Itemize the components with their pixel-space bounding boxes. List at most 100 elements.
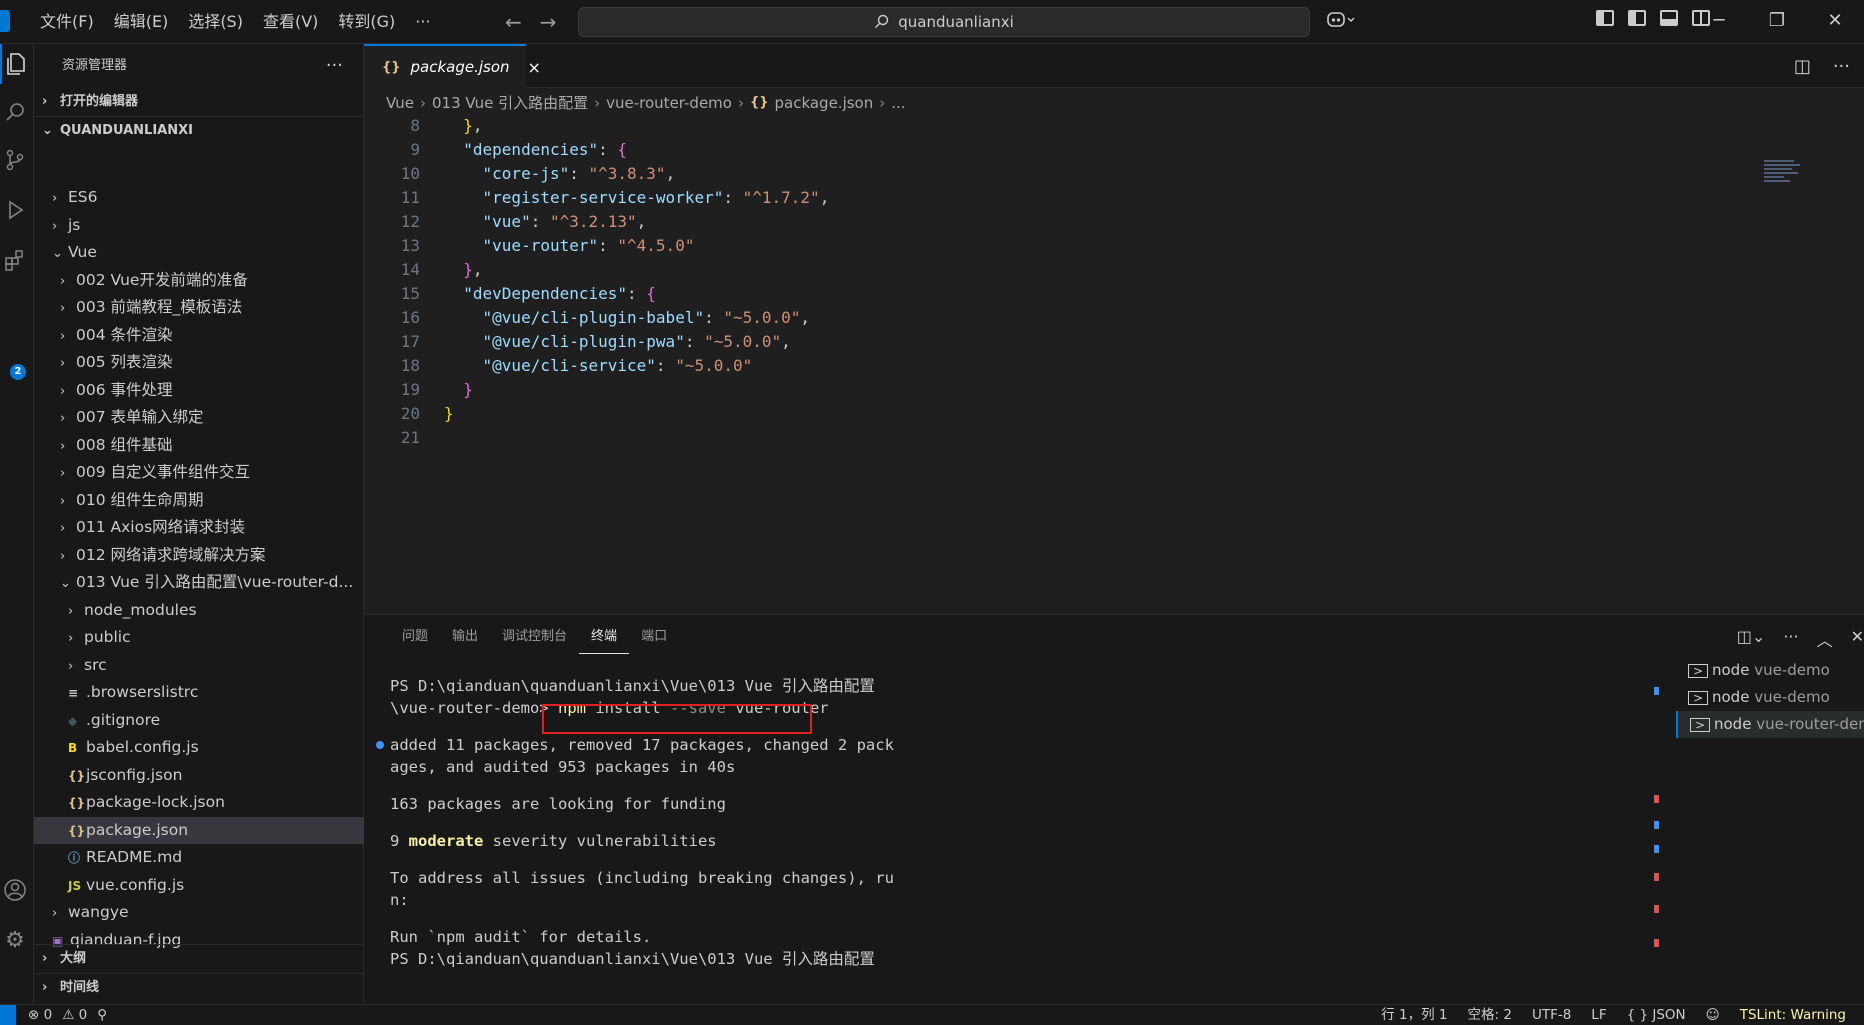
- tree-item[interactable]: › 007 表单输入绑定: [34, 404, 364, 432]
- back-arrow-icon[interactable]: ←: [505, 10, 522, 34]
- toggle-sidebar-icon[interactable]: [1628, 10, 1646, 26]
- terminal-icon: >: [1688, 690, 1708, 705]
- tree-item[interactable]: › 003 前端教程_模板语法: [34, 294, 364, 322]
- tab-problems[interactable]: 问题: [390, 627, 440, 654]
- tree-item[interactable]: {}package-lock.json: [34, 789, 364, 817]
- tree-item[interactable]: ≡ .browserslistrc: [34, 679, 364, 707]
- tree-item[interactable]: › 012 网络请求跨域解决方案: [34, 542, 364, 570]
- run-debug-icon[interactable]: [0, 190, 30, 230]
- tree-item[interactable]: › 004 条件渲染: [34, 322, 364, 350]
- tree-item-label: 005 列表渲染: [76, 353, 173, 371]
- remote-indicator-icon[interactable]: [0, 1005, 16, 1025]
- terminal-tab[interactable]: > node vue-demo: [1676, 657, 1864, 684]
- terminal-output[interactable]: PS D:\qianduan\quanduanlianxi\Vue\013 Vu…: [376, 675, 1470, 970]
- split-terminal-icon[interactable]: ◫⌄: [1737, 627, 1766, 651]
- account-icon[interactable]: [0, 870, 30, 910]
- tree-item-label: public: [84, 628, 131, 646]
- tree-item[interactable]: JS vue.config.js: [34, 872, 364, 900]
- tslint-status[interactable]: TSLint: Warning: [1740, 1005, 1846, 1025]
- cursor-position[interactable]: 行 1，列 1: [1381, 1005, 1447, 1025]
- minimap[interactable]: [1764, 158, 1804, 198]
- forward-arrow-icon[interactable]: →: [540, 10, 557, 34]
- tree-item[interactable]: {}package.json: [34, 816, 364, 844]
- chevron-right-icon: ›: [60, 548, 66, 564]
- tree-item[interactable]: › 009 自定义事件组件交互: [34, 459, 364, 487]
- tree-item-label: vue.config.js: [86, 875, 185, 894]
- close-panel-icon[interactable]: ✕: [1851, 627, 1864, 651]
- settings-gear-icon[interactable]: ⚙: [0, 920, 30, 960]
- panel-more-icon[interactable]: ···: [1783, 627, 1798, 651]
- split-editor-icon[interactable]: ◫: [1794, 56, 1811, 77]
- indentation[interactable]: 空格: 2: [1468, 1005, 1512, 1025]
- editor-more-icon[interactable]: ···: [1833, 56, 1850, 77]
- tab-debug-console[interactable]: 调试控制台: [490, 627, 579, 654]
- tab-package-json[interactable]: {} package.json ×: [364, 44, 541, 88]
- tree-item[interactable]: ⌄ 013 Vue 引入路由配置\vue-router-d...: [34, 569, 364, 597]
- terminal-tab[interactable]: >node vue-router-demo: [1676, 711, 1864, 738]
- chevron-right-icon: ›: [42, 951, 48, 966]
- tree-item[interactable]: › 002 Vue开发前端的准备: [34, 267, 364, 295]
- tab-terminal[interactable]: 终端: [579, 627, 630, 654]
- tree-item[interactable]: › 005 列表渲染: [34, 349, 364, 377]
- source-control-icon[interactable]: [0, 140, 30, 180]
- menu-go[interactable]: 转到(G): [328, 0, 405, 44]
- terminal-line: 9 moderate severity vulnerabilities: [390, 832, 717, 850]
- copilot-icon[interactable]: [1326, 10, 1356, 35]
- tab-ports[interactable]: 端口: [629, 627, 679, 654]
- explorer-icon[interactable]: [0, 44, 30, 84]
- copilot-status-icon[interactable]: ☺: [1706, 1005, 1720, 1025]
- tree-item[interactable]: › 006 事件处理: [34, 377, 364, 405]
- tree-item[interactable]: › 011 Axios网络请求封装: [34, 514, 364, 542]
- tab-output[interactable]: 输出: [440, 627, 490, 654]
- menu-more[interactable]: ···: [405, 0, 440, 44]
- end-of-line[interactable]: LF: [1591, 1005, 1606, 1025]
- tree-item[interactable]: › node_modules: [34, 597, 364, 625]
- language-mode[interactable]: { } JSON: [1627, 1005, 1686, 1025]
- tree-item[interactable]: › 010 组件生命周期: [34, 487, 364, 515]
- tree-item[interactable]: › 008 组件基础: [34, 432, 364, 460]
- menu-file[interactable]: 文件(F): [30, 0, 104, 44]
- maximize-panel-icon[interactable]: ︿: [1817, 627, 1833, 651]
- tree-item[interactable]: ⌄ Vue: [34, 239, 364, 267]
- tree-item[interactable]: ⓘ README.md: [34, 844, 364, 872]
- search-view-icon[interactable]: [0, 92, 30, 132]
- tree-item[interactable]: ◆ .gitignore: [34, 707, 364, 735]
- tree-item[interactable]: › js: [34, 212, 364, 240]
- menu-selection[interactable]: 选择(S): [178, 0, 253, 44]
- warnings-count[interactable]: ⚠ 0: [62, 1005, 87, 1025]
- outline-section[interactable]: › 大纲: [34, 945, 364, 973]
- search-icon: [875, 14, 889, 28]
- toggle-panel-icon[interactable]: [1660, 10, 1678, 26]
- restore-icon[interactable]: ❐: [1748, 0, 1806, 44]
- file-tree: › ES6 › js ⌄ Vue › 002 Vue开发前端的准备 › 003 前端教程_模板语法…: [34, 184, 364, 954]
- toggle-primary-sidebar-icon[interactable]: [1596, 10, 1614, 26]
- encoding[interactable]: UTF-8: [1532, 1005, 1571, 1025]
- code-editor[interactable]: 8 }, 9 "dependencies": {10 "core-js": "^3…: [364, 114, 1864, 450]
- terminal-scrollbar[interactable]: [1654, 675, 1660, 975]
- ports-icon[interactable]: ⚲: [97, 1005, 107, 1025]
- close-tab-icon[interactable]: ×: [528, 58, 541, 77]
- tree-item[interactable]: › src: [34, 652, 364, 680]
- errors-count[interactable]: ⊗ 0: [28, 1005, 52, 1025]
- code-line: 15 "devDependencies": {: [364, 282, 1864, 306]
- timeline-section[interactable]: › 时间线: [34, 973, 364, 1001]
- minimize-icon[interactable]: ─: [1690, 0, 1748, 44]
- menu-view[interactable]: 查看(V): [253, 0, 328, 44]
- tree-item[interactable]: {}jsconfig.json: [34, 762, 364, 790]
- command-center-search[interactable]: quanduanlianxi: [578, 7, 1310, 37]
- file-type-icon: {}: [68, 768, 86, 783]
- panel-tabs: 问题 输出 调试控制台 终端 端口: [390, 627, 679, 654]
- tree-item[interactable]: › public: [34, 624, 364, 652]
- workspace-root-section[interactable]: ⌄ QUANDUANLIANXI: [34, 116, 363, 144]
- extensions-icon[interactable]: [0, 240, 30, 280]
- terminal-line: n:: [390, 891, 409, 909]
- menu-edit[interactable]: 编辑(E): [104, 0, 179, 44]
- tree-item[interactable]: › ES6: [34, 184, 364, 212]
- close-window-icon[interactable]: ✕: [1806, 0, 1864, 44]
- explorer-more-icon[interactable]: ···: [326, 44, 343, 88]
- tree-item[interactable]: Bbabel.config.js: [34, 734, 364, 762]
- terminal-tab[interactable]: > node vue-demo: [1676, 684, 1864, 711]
- command-decoration-icon[interactable]: [376, 741, 384, 749]
- open-editors-section[interactable]: › 打开的编辑器: [34, 88, 363, 116]
- tree-item[interactable]: › wangye: [34, 899, 364, 927]
